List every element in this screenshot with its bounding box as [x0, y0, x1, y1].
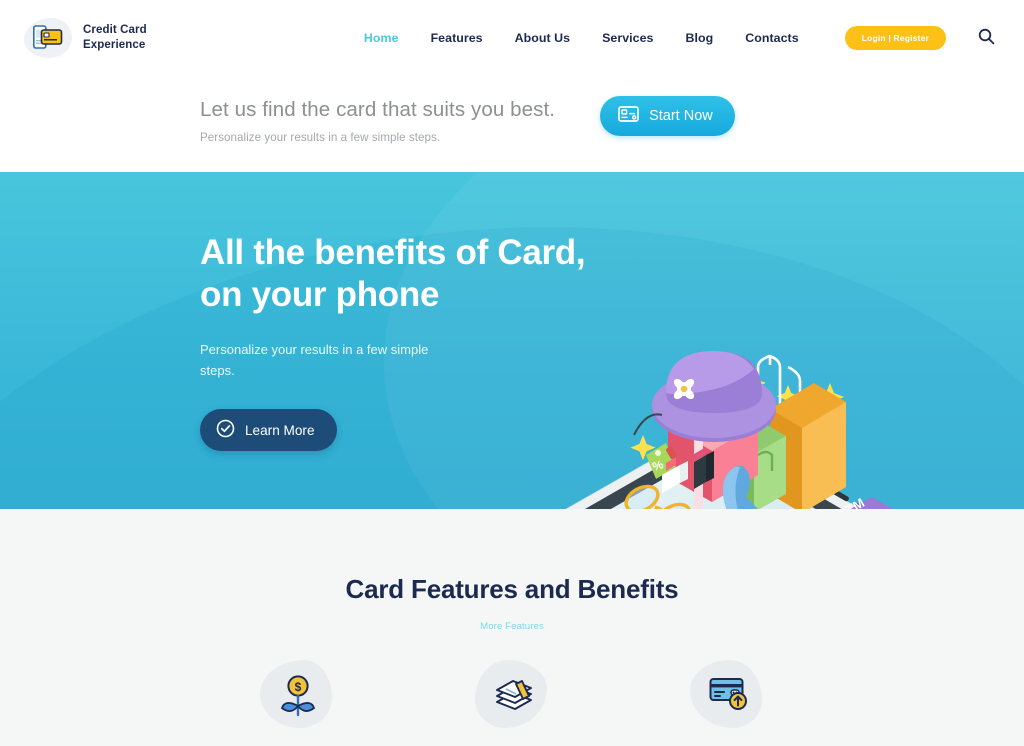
promo-title: Let us find the card that suits you best… — [200, 98, 556, 121]
learn-more-button[interactable]: Learn More — [200, 409, 337, 452]
start-now-label: Start Now — [649, 108, 713, 124]
feature-card-growth[interactable]: $ — [259, 657, 335, 732]
nav-item-blog[interactable]: Blog — [669, 25, 729, 51]
search-button[interactable] — [976, 28, 996, 48]
credit-card-phone-icon — [22, 15, 74, 61]
login-register-button[interactable]: Login | Register — [844, 26, 946, 50]
nav-item-services[interactable]: Services — [586, 25, 669, 51]
nav-item-contacts[interactable]: Contacts — [729, 25, 814, 51]
site-header: Credit Card Experience Home Features Abo… — [0, 0, 1024, 76]
landing-page: Credit Card Experience Home Features Abo… — [0, 0, 1024, 746]
promo-subtitle: Personalize your results in a few simple… — [200, 130, 441, 144]
card-id-icon — [618, 106, 639, 126]
nav-list: Home Features About Us Services Blog Con… — [348, 25, 815, 51]
nav-item-home[interactable]: Home — [348, 25, 415, 51]
search-icon — [978, 28, 995, 48]
main-navigation: Home Features About Us Services Blog Con… — [348, 25, 1000, 51]
svg-text:$: $ — [294, 680, 301, 694]
hero-content: All the benefits of Card, on your phone … — [0, 172, 1024, 452]
brand-logo[interactable]: Credit Card Experience — [22, 15, 147, 61]
feature-icon-row: $ — [0, 657, 1024, 732]
hero-subtitle: Personalize your results in a few simple… — [200, 342, 429, 379]
promo-text-block: Let us find the card that suits you best… — [200, 94, 555, 144]
brand-name-line2: Experience — [83, 39, 146, 51]
promo-bar: Let us find the card that suits you best… — [0, 76, 1024, 172]
feature-card-cash[interactable] — [474, 657, 550, 732]
features-section: Card Features and Benefits More Features… — [0, 509, 1024, 746]
nav-item-about-us[interactable]: About Us — [499, 25, 586, 51]
brand-name: Credit Card Experience — [83, 23, 147, 53]
hero-title-line1: All the benefits of Card, — [200, 233, 586, 272]
more-features-link[interactable]: More Features — [480, 621, 544, 632]
hero-title-line2: on your phone — [200, 275, 440, 314]
feature-card-topup[interactable] — [689, 657, 765, 732]
nav-item-features[interactable]: Features — [415, 25, 499, 51]
start-now-button[interactable]: Start Now — [600, 96, 735, 136]
hero-title: All the benefits of Card, on your phone — [200, 232, 1024, 316]
check-circle-icon — [216, 419, 235, 441]
hero-section: All the benefits of Card, on your phone … — [0, 172, 1024, 509]
brand-name-line1: Credit Card — [83, 23, 147, 36]
learn-more-label: Learn More — [245, 422, 315, 438]
features-title: Card Features and Benefits — [345, 574, 679, 604]
